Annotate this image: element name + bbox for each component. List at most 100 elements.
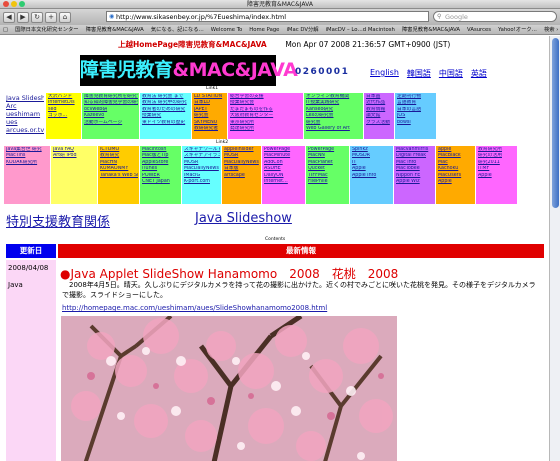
link-item[interactable]: Arc xyxy=(6,102,44,110)
link-item[interactable]: 発達研究所 xyxy=(230,126,302,132)
link-column: 教育法 研究会 まで 教育法 研究中の研究 教育者のための研究 授業研究 東ドイツ教育の… xyxy=(140,93,191,139)
link-item[interactable]: 活動ホームページ xyxy=(84,120,138,126)
address-text: http://www.sikasenbey.or.jp/%7Eueshima/i… xyxy=(116,13,287,21)
java-slideshow-heading[interactable]: Java Slideshow xyxy=(195,211,292,226)
site-banner[interactable]: 障害児教育&MAC&JAVA xyxy=(80,55,298,86)
link-item[interactable]: K-port.com xyxy=(184,179,220,185)
link-item[interactable]: 東ドイツ教育の歴史 xyxy=(142,120,190,126)
link-item[interactable]: ゴッホ… xyxy=(48,113,80,119)
lang-link-eng-jp[interactable]: 英語 xyxy=(471,68,487,79)
link-column: PowerPage MacNN MacPlanet Qucket TIFFMac File… xyxy=(306,146,349,204)
link-column: Macintosh Mac版とTip AppleStore iTunes POWER CN… xyxy=(140,146,181,204)
link-item[interactable]: Apple Wiz xyxy=(396,179,434,185)
link-item[interactable]: スキャナアイランド xyxy=(184,153,220,159)
link-item[interactable]: Web Gallery of Art xyxy=(306,126,362,132)
bookmark-item[interactable]: 障害児教育&MAC&JAVA xyxy=(402,25,460,34)
lang-link-korean[interactable]: 韓国語 xyxy=(407,68,431,79)
news-post: ●Java Applet SlideShow Hanamomo 2008 花桃 … xyxy=(58,260,544,461)
search-field[interactable]: ⚲ Google xyxy=(433,11,557,22)
link-item[interactable]: 知る知的障害児学習の研究 xyxy=(84,100,138,106)
page-tagline: 上越HomePage障害児教育&MAC&JAVA Mon Apr 07 2008… xyxy=(118,39,450,50)
link-column: apple MacBlack Mac Kachoku MacUsers Apple xyxy=(436,146,475,204)
link-item[interactable]: Apple xyxy=(478,173,516,179)
link1-label: Link1 xyxy=(206,86,219,91)
link-item[interactable]: Apple xyxy=(438,179,474,185)
link-column: Macvanmirris Digital Freak Mac info MacTobe… xyxy=(394,146,435,204)
link-item[interactable]: artscape xyxy=(224,173,260,179)
link-item[interactable]: bowsi xyxy=(397,120,435,126)
vertical-scrollbar[interactable] xyxy=(549,36,560,461)
post-title[interactable]: ●Java Applet SlideShow Hanamomo 2008 花桃 … xyxy=(60,265,398,282)
bookmark-item[interactable]: Yahoo!オーク… xyxy=(498,25,537,34)
reload-button[interactable]: ↻ xyxy=(31,11,43,23)
link-item[interactable]: MacDailyNews xyxy=(184,166,220,172)
bookmark-item[interactable]: 気になる、記になる… xyxy=(151,25,204,34)
date-column-header: 更新日 xyxy=(6,244,56,258)
link-item[interactable]: ues xyxy=(6,118,44,126)
close-icon[interactable] xyxy=(3,1,9,7)
link-column: オンライン教育機関 IT授業実践研究 Kanseo研究 Lexの研究会 研究会 Web G… xyxy=(304,93,363,139)
link-item[interactable]: ueshimam xyxy=(6,110,44,118)
back-button[interactable]: ◀ xyxy=(3,11,15,23)
link-column: 大沢バンド InternetDis sed ゴッホ… xyxy=(46,93,81,139)
search-placeholder: Google xyxy=(445,13,468,21)
link-column: 日本画 近代作品 教育情報 論文館 クラス活動 xyxy=(364,93,394,139)
bookmark-item[interactable]: Home Page xyxy=(249,25,279,34)
lang-link-chinese[interactable]: 中国語 xyxy=(439,68,463,79)
link-item[interactable]: KODAK研究所 xyxy=(6,160,49,166)
bookmark-item[interactable]: 国際日本文化研究センター xyxy=(15,25,79,34)
news-column-header: 最新情報 xyxy=(58,244,544,258)
post-date: 2008/04/08 xyxy=(8,264,49,272)
link-column: PowerPage MacMinute AddCon ASDHE DailyON Inte… xyxy=(262,146,305,204)
home-button[interactable]: ⌂ xyxy=(59,11,71,23)
address-bar[interactable]: ◉ http://www.sikasenbey.or.jp/%7Eueshima… xyxy=(106,11,429,22)
special-education-heading[interactable]: 特別支援教育関係 xyxy=(6,211,110,230)
link-column: LD STATION 日本LD JAPET 研究会 SKYMENU 教研研究者 xyxy=(192,93,227,139)
link-column: Java集合世 研究 MacTins KODAK研究所 xyxy=(4,146,50,204)
forward-button[interactable]: ▶ xyxy=(17,11,29,23)
bookmark-item[interactable]: □ xyxy=(3,25,8,34)
link-column: スキャナワールドスキャナアイランドMOSRMacDailyNewsiMacIGK… xyxy=(182,146,221,204)
link-item[interactable]: クラス活動 xyxy=(366,120,393,126)
bookmark-item[interactable]: 障害児教育&MAC&JAVA xyxy=(86,25,144,34)
lang-link-english[interactable]: English xyxy=(370,68,399,79)
language-links: English 韓国語 中国語 英語 xyxy=(370,68,487,79)
link-item[interactable]: arcues.or.tv xyxy=(6,126,44,134)
link-item[interactable]: CNET Japan xyxy=(142,179,180,185)
scrollbar-thumb[interactable] xyxy=(552,38,559,208)
bookmark-item[interactable]: iMac DV分解 xyxy=(286,25,318,34)
link-item[interactable]: 教育法 研究中の研究 xyxy=(142,100,190,106)
window-controls xyxy=(3,1,25,7)
link-column: Java SlideshowArcueshimamuesarcues.or.tv xyxy=(4,93,45,139)
search-icon: ⚲ xyxy=(437,13,442,20)
link-item[interactable]: Tanaka's Web Site xyxy=(100,173,138,179)
banner-text-part2: &MAC&JAVA xyxy=(172,59,298,81)
bookmark-item[interactable]: Welcome To xyxy=(211,25,243,34)
visitor-counter: 0260001 xyxy=(295,67,350,77)
zoom-icon[interactable] xyxy=(19,1,25,7)
link-column: 障害児教育研究所を研究する知る知的障害児学習の研究ocvweb研Kazeevo活… xyxy=(82,93,139,139)
contents-label: Contents xyxy=(265,237,286,242)
link-item[interactable]: FilePhile xyxy=(308,179,348,185)
link2-label: Link2 xyxy=(216,140,229,145)
link-column: 教育研究所 研究の活用 研究2011 ITMF Apple xyxy=(476,146,517,204)
link-item[interactable]: Apple Info xyxy=(352,173,392,179)
link-item[interactable]: Internet… xyxy=(264,179,304,185)
bookmark-item[interactable]: 検索 › xyxy=(544,25,558,34)
bookmark-item[interactable]: VAsurces xyxy=(467,25,491,34)
post-link[interactable]: http://homepage.mac.com/ueshimam/aues/Sl… xyxy=(62,304,327,312)
add-bookmark-button[interactable]: + xyxy=(45,11,57,23)
blossom-photo[interactable] xyxy=(61,316,397,461)
bookmark-item[interactable]: iMacDV – Lo…d Macintosh xyxy=(326,25,395,34)
page-content: 上越HomePage障害児教育&MAC&JAVA Mon Apr 07 2008… xyxy=(0,36,549,461)
site-tagline: 上越HomePage障害児教育&MAC&JAVA xyxy=(118,40,267,49)
link-item[interactable]: 教研研究者 xyxy=(194,126,226,132)
bookmarks-bar: □ 国際日本文化研究センター 障害児教育&MAC&JAVA 気になる、記になる… Wel… xyxy=(0,25,560,35)
link-column: Spinkz MOSDR IT Apple Apple Info xyxy=(350,146,393,204)
post-meta-cell: 2008/04/08 Java xyxy=(6,260,56,461)
link-item[interactable]: Java Slideshow xyxy=(6,94,44,102)
link-item[interactable]: Art研 iPod xyxy=(53,153,96,159)
post-category: Java xyxy=(8,281,23,289)
current-datetime: Mon Apr 07 2008 21:36:57 GMT+0900 (JST) xyxy=(285,40,451,49)
minimize-icon[interactable] xyxy=(11,1,17,7)
